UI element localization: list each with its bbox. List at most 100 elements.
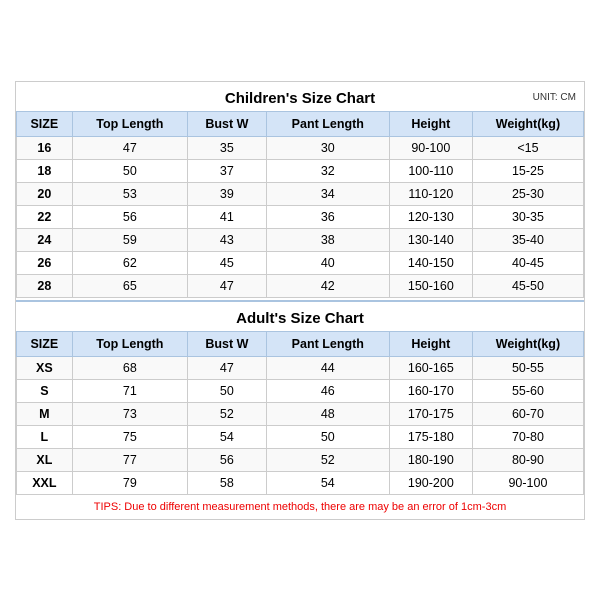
data-cell: <15 <box>472 136 583 159</box>
data-cell: 48 <box>266 402 389 425</box>
adult-table-row: XXL795854190-20090-100 <box>17 471 584 494</box>
col-header-pant-length: Pant Length <box>266 111 389 136</box>
data-cell: 59 <box>72 228 187 251</box>
data-cell: 60-70 <box>472 402 583 425</box>
data-cell: 180-190 <box>389 448 472 471</box>
adult-table: SIZE Top Length Bust W Pant Length Heigh… <box>16 331 584 495</box>
data-cell: 50 <box>187 379 266 402</box>
data-cell: 77 <box>72 448 187 471</box>
adult-table-row: XS684744160-16550-55 <box>17 356 584 379</box>
data-cell: 47 <box>187 356 266 379</box>
data-cell: 47 <box>72 136 187 159</box>
children-table-row: 24594338130-14035-40 <box>17 228 584 251</box>
data-cell: 52 <box>266 448 389 471</box>
data-cell: 56 <box>72 205 187 228</box>
children-header-row: SIZE Top Length Bust W Pant Length Heigh… <box>17 111 584 136</box>
data-cell: 30 <box>266 136 389 159</box>
data-cell: 35-40 <box>472 228 583 251</box>
data-cell: 43 <box>187 228 266 251</box>
data-cell: 100-110 <box>389 159 472 182</box>
adult-title-text: Adult's Size Chart <box>236 310 364 327</box>
data-cell: 65 <box>72 274 187 297</box>
size-col: 16 <box>17 136 73 159</box>
children-title-text: Children's Size Chart <box>225 90 375 107</box>
data-cell: 15-25 <box>472 159 583 182</box>
data-cell: 54 <box>187 425 266 448</box>
data-cell: 39 <box>187 182 266 205</box>
children-table-row: 28654742150-16045-50 <box>17 274 584 297</box>
data-cell: 62 <box>72 251 187 274</box>
adult-col-header-weight: Weight(kg) <box>472 331 583 356</box>
data-cell: 46 <box>266 379 389 402</box>
data-cell: 44 <box>266 356 389 379</box>
size-col: 20 <box>17 182 73 205</box>
adult-col-header-size: SIZE <box>17 331 73 356</box>
data-cell: 175-180 <box>389 425 472 448</box>
data-cell: 34 <box>266 182 389 205</box>
data-cell: 41 <box>187 205 266 228</box>
adult-header-row: SIZE Top Length Bust W Pant Length Heigh… <box>17 331 584 356</box>
size-chart-container: Children's Size Chart UNIT: CM SIZE Top … <box>15 81 585 520</box>
size-col: L <box>17 425 73 448</box>
adult-section-title: Adult's Size Chart <box>16 300 584 331</box>
adult-table-row: M735248170-17560-70 <box>17 402 584 425</box>
adult-col-header-pant-length: Pant Length <box>266 331 389 356</box>
data-cell: 50-55 <box>472 356 583 379</box>
data-cell: 75 <box>72 425 187 448</box>
data-cell: 30-35 <box>472 205 583 228</box>
size-col: 22 <box>17 205 73 228</box>
data-cell: 110-120 <box>389 182 472 205</box>
size-col: XXL <box>17 471 73 494</box>
size-col: 24 <box>17 228 73 251</box>
children-table-row: 22564136120-13030-35 <box>17 205 584 228</box>
size-col: 18 <box>17 159 73 182</box>
data-cell: 56 <box>187 448 266 471</box>
col-header-height: Height <box>389 111 472 136</box>
size-col: S <box>17 379 73 402</box>
data-cell: 36 <box>266 205 389 228</box>
data-cell: 45 <box>187 251 266 274</box>
children-table-row: 20533934110-12025-30 <box>17 182 584 205</box>
children-table-row: 1647353090-100<15 <box>17 136 584 159</box>
data-cell: 150-160 <box>389 274 472 297</box>
data-cell: 32 <box>266 159 389 182</box>
data-cell: 73 <box>72 402 187 425</box>
size-col: 28 <box>17 274 73 297</box>
children-table-row: 18503732100-11015-25 <box>17 159 584 182</box>
data-cell: 50 <box>266 425 389 448</box>
data-cell: 120-130 <box>389 205 472 228</box>
data-cell: 47 <box>187 274 266 297</box>
data-cell: 42 <box>266 274 389 297</box>
data-cell: 52 <box>187 402 266 425</box>
data-cell: 50 <box>72 159 187 182</box>
adult-table-row: L755450175-18070-80 <box>17 425 584 448</box>
data-cell: 38 <box>266 228 389 251</box>
adult-col-header-top-length: Top Length <box>72 331 187 356</box>
data-cell: 90-100 <box>472 471 583 494</box>
children-section-title: Children's Size Chart UNIT: CM <box>16 82 584 111</box>
size-col: 26 <box>17 251 73 274</box>
size-col: M <box>17 402 73 425</box>
data-cell: 53 <box>72 182 187 205</box>
data-cell: 54 <box>266 471 389 494</box>
col-header-top-length: Top Length <box>72 111 187 136</box>
data-cell: 25-30 <box>472 182 583 205</box>
data-cell: 55-60 <box>472 379 583 402</box>
data-cell: 160-165 <box>389 356 472 379</box>
children-table-row: 26624540140-15040-45 <box>17 251 584 274</box>
unit-label: UNIT: CM <box>533 92 576 103</box>
data-cell: 170-175 <box>389 402 472 425</box>
data-cell: 45-50 <box>472 274 583 297</box>
data-cell: 40 <box>266 251 389 274</box>
data-cell: 40-45 <box>472 251 583 274</box>
col-header-bust-w: Bust W <box>187 111 266 136</box>
data-cell: 70-80 <box>472 425 583 448</box>
data-cell: 71 <box>72 379 187 402</box>
adult-table-row: S715046160-17055-60 <box>17 379 584 402</box>
tips-text: TIPS: Due to different measurement metho… <box>16 495 584 519</box>
data-cell: 190-200 <box>389 471 472 494</box>
data-cell: 37 <box>187 159 266 182</box>
data-cell: 79 <box>72 471 187 494</box>
data-cell: 68 <box>72 356 187 379</box>
size-col: XL <box>17 448 73 471</box>
